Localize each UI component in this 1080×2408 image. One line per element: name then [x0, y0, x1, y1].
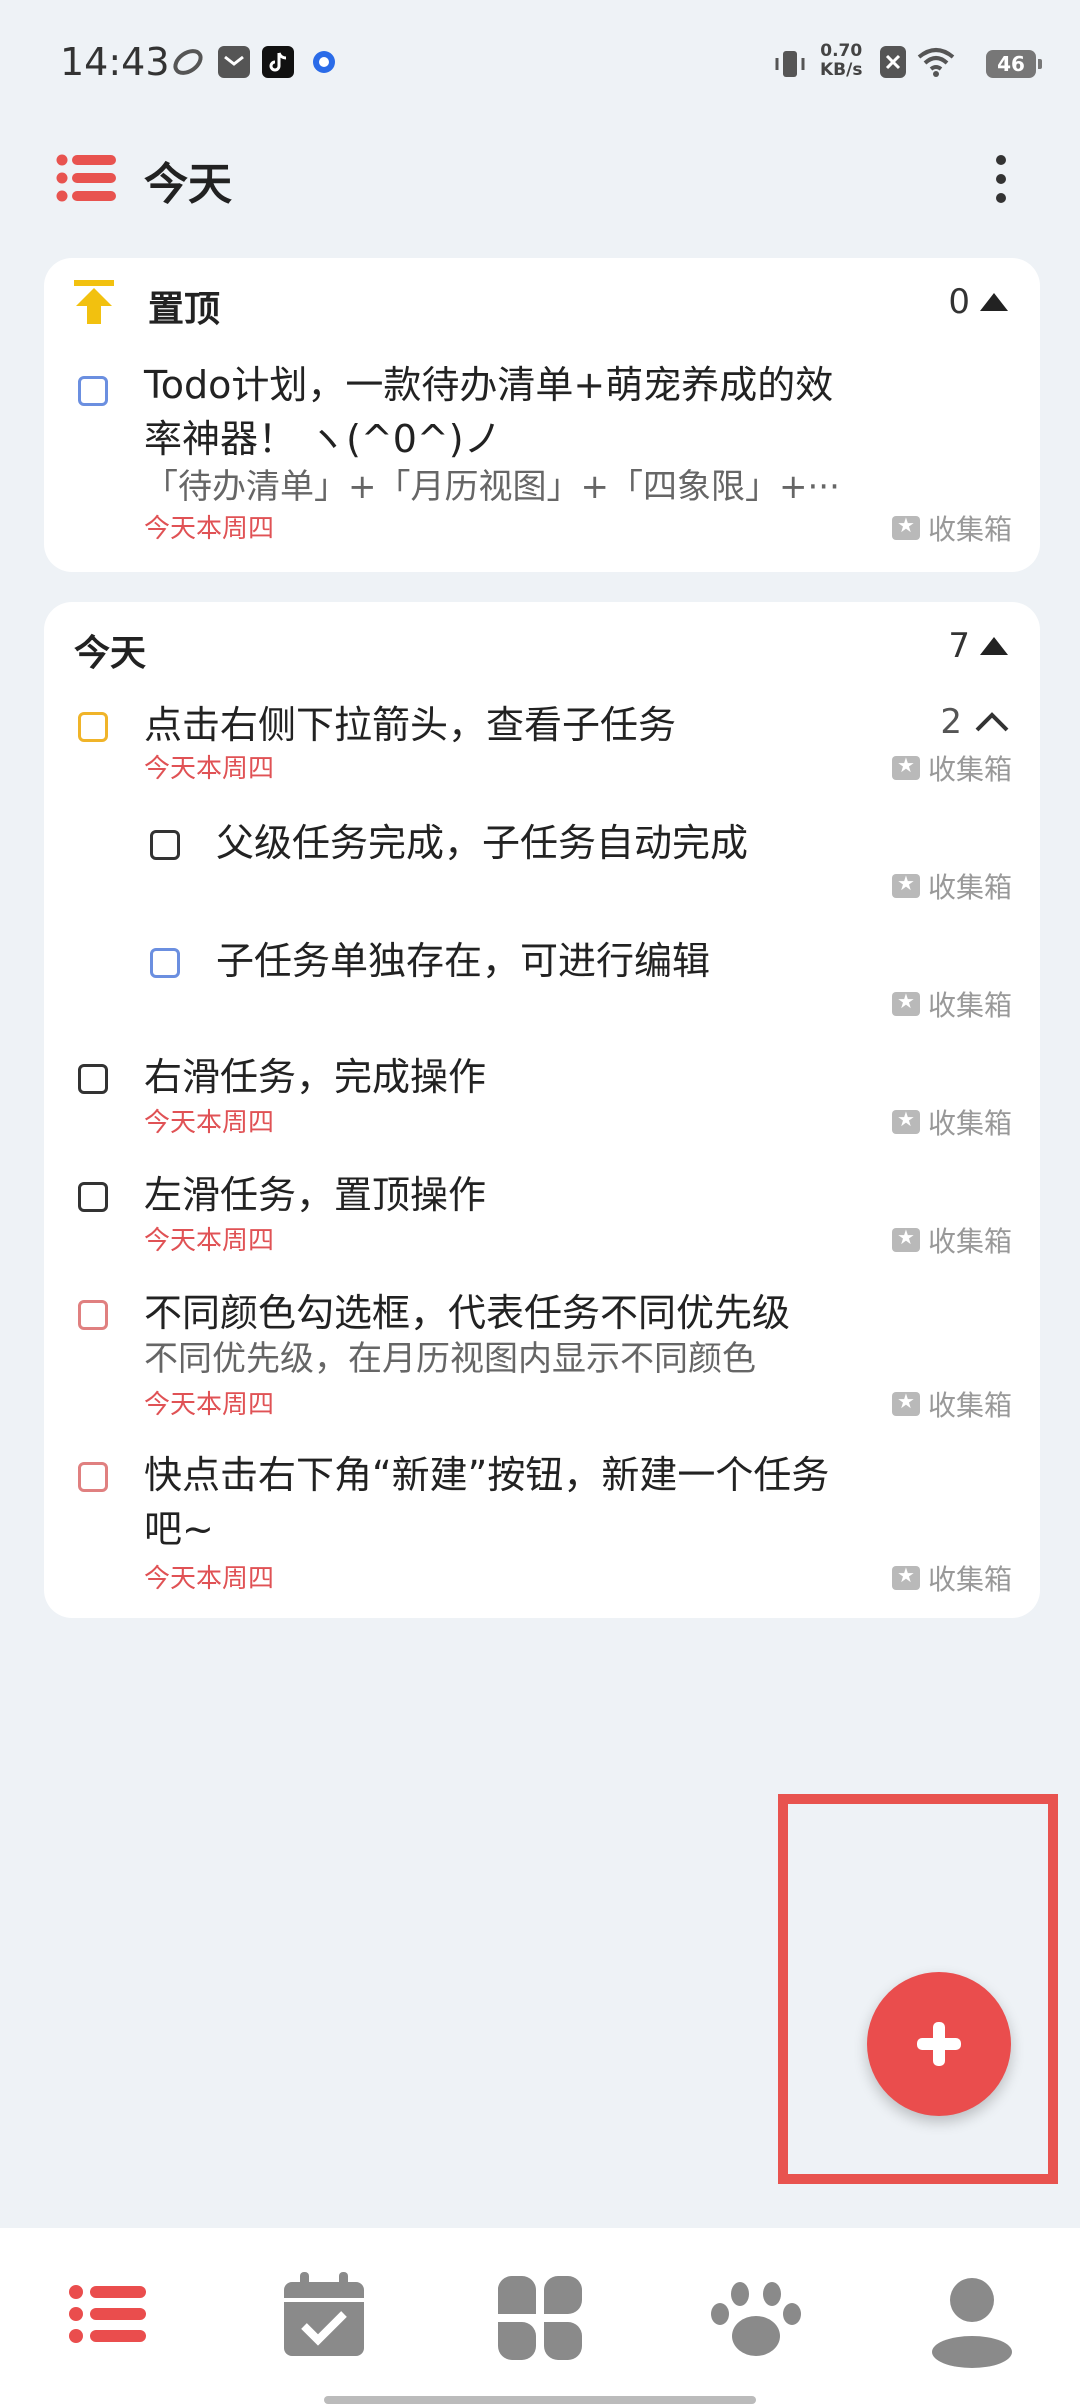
task-date: 今天本周四: [144, 1390, 275, 1420]
today-section-title: 今天: [74, 633, 147, 674]
task-list-name: 收集箱: [927, 753, 1012, 786]
task-list-tag: 收集箱: [891, 984, 1012, 1024]
mail-icon: [218, 46, 250, 78]
task-checkbox[interactable]: [78, 376, 108, 406]
task-title: 左滑任务，置顶操作: [144, 1173, 487, 1217]
nav-calendar[interactable]: [274, 2268, 374, 2368]
task-list-tag: 收集箱: [891, 1384, 1012, 1424]
task-title: 点击右侧下拉箭头，查看子任务: [144, 703, 677, 747]
page-title: 今天: [144, 159, 232, 210]
inbox-icon: [891, 513, 920, 540]
inbox-icon: [891, 1225, 920, 1252]
task-date: 今天本周四: [144, 1226, 275, 1256]
task-list-tag: 收集箱: [891, 748, 1012, 788]
inbox-icon: [891, 989, 920, 1016]
task-title-line-1: 快点击右下角“新建”按钮，新建一个任务: [144, 1453, 830, 1497]
battery-indicator: 46: [986, 50, 1042, 78]
task-title-line-1: Todo计划，一款待办清单+萌宠养成的效: [144, 363, 834, 407]
pinned-count[interactable]: 0: [948, 282, 1008, 322]
vibrate-icon: [772, 46, 805, 78]
tasks-list-icon: [69, 2285, 146, 2343]
task-list-tag: 收集箱: [891, 1558, 1012, 1598]
net-speed-value: 0.70: [820, 41, 863, 61]
nav-pet[interactable]: [706, 2268, 806, 2368]
task-list-name: 收集箱: [927, 989, 1012, 1022]
plus-icon: [917, 2022, 961, 2066]
task-checkbox[interactable]: [78, 1064, 108, 1094]
paw-icon: [711, 2282, 801, 2356]
sim-x-icon: [880, 46, 906, 78]
task-list-tag: 收集箱: [891, 866, 1012, 906]
task-title-line-2: 率神器！ ヽ(^0^)ノ: [144, 417, 502, 461]
today-count[interactable]: 7: [948, 626, 1008, 666]
home-indicator: [324, 2396, 756, 2404]
task-list-name: 收集箱: [927, 871, 1012, 904]
status-bar: 14:43 0.70 KB/s 46: [0, 0, 1080, 120]
inbox-icon: [891, 1563, 920, 1590]
nav-quadrant[interactable]: [490, 2268, 590, 2368]
task-list-name: 收集箱: [927, 513, 1012, 546]
task-list-name: 收集箱: [927, 1225, 1012, 1258]
app-icon-1: [172, 46, 204, 78]
browser-icon: [308, 46, 340, 78]
pinned-card: 置顶 0 Todo计划，一款待办清单+萌宠养成的效 率神器！ ヽ(^0^)ノ 「…: [44, 258, 1040, 572]
pinned-section-title: 置顶: [148, 289, 221, 330]
app-bar: 今天: [0, 130, 1080, 230]
task-list-name: 收集箱: [927, 1563, 1012, 1596]
four-quadrant-icon: [498, 2275, 582, 2360]
subtask-count: 2: [940, 702, 962, 742]
todo-app-screen: 14:43 0.70 KB/s 46 今天 置顶 0 Todo计划，一款待办清单…: [0, 0, 1080, 2408]
task-title: 右滑任务，完成操作: [144, 1055, 487, 1099]
task-note: 「待办清单」+「月历视图」+「四象限」+···: [144, 467, 840, 507]
inbox-icon: [891, 871, 920, 898]
task-list-tag: 收集箱: [891, 508, 1012, 548]
subtask-toggle[interactable]: 2: [940, 702, 1010, 742]
task-list-tag: 收集箱: [891, 1102, 1012, 1142]
calendar-check-icon: [284, 2272, 364, 2356]
task-title: 父级任务完成，子任务自动完成: [216, 821, 749, 865]
task-checkbox[interactable]: [150, 830, 180, 860]
task-date: 今天本周四: [144, 754, 275, 784]
task-list-name: 收集箱: [927, 1389, 1012, 1422]
task-title: 快点击右下角“新建”按钮，新建一个任务 吧~: [144, 1448, 829, 1556]
task-checkbox[interactable]: [78, 1182, 108, 1212]
task-date: 今天本周四: [144, 1108, 275, 1138]
net-speed-unit: KB/s: [820, 60, 863, 80]
task-title: 子任务单独存在，可进行编辑: [216, 939, 711, 983]
net-speed: 0.70 KB/s: [820, 42, 862, 80]
task-date: 今天本周四: [144, 514, 275, 544]
pinned-count-value: 0: [948, 282, 970, 322]
today-count-value: 7: [948, 626, 970, 666]
more-vert-icon[interactable]: [984, 152, 1018, 206]
task-title: 不同颜色勾选框，代表任务不同优先级: [144, 1291, 791, 1335]
today-card: 今天 7 点击右侧下拉箭头，查看子任务 2 今天本周四 收集箱 父级任务完成，子…: [44, 602, 1040, 1618]
task-title: Todo计划，一款待办清单+萌宠养成的效 率神器！ ヽ(^0^)ノ: [144, 358, 833, 466]
inbox-icon: [891, 1389, 920, 1416]
collapse-arrow-icon[interactable]: [980, 293, 1008, 311]
task-title-line-2: 吧~: [144, 1507, 214, 1551]
pin-icon: [74, 280, 114, 326]
task-list-name: 收集箱: [927, 1107, 1012, 1140]
new-task-button[interactable]: [867, 1972, 1011, 2116]
inbox-icon: [891, 1107, 920, 1134]
task-checkbox[interactable]: [78, 1462, 108, 1492]
task-date: 今天本周四: [144, 1564, 275, 1594]
task-checkbox[interactable]: [78, 712, 108, 742]
status-time: 14:43: [60, 40, 170, 84]
collapse-arrow-icon[interactable]: [980, 637, 1008, 655]
task-checkbox[interactable]: [78, 1300, 108, 1330]
inbox-icon: [891, 753, 920, 780]
wifi-icon: [916, 46, 956, 78]
profile-icon: [932, 2278, 1012, 2368]
task-list-tag: 收集箱: [891, 1220, 1012, 1260]
task-checkbox[interactable]: [150, 948, 180, 978]
tiktok-icon: [262, 46, 294, 78]
list-icon[interactable]: [56, 152, 118, 204]
task-note: 不同优先级，在月历视图内显示不同颜色: [144, 1339, 756, 1379]
nav-profile[interactable]: [922, 2268, 1022, 2368]
chevron-up-icon[interactable]: [974, 711, 1010, 733]
nav-tasks[interactable]: [58, 2268, 158, 2368]
bottom-nav: [0, 2228, 1080, 2408]
